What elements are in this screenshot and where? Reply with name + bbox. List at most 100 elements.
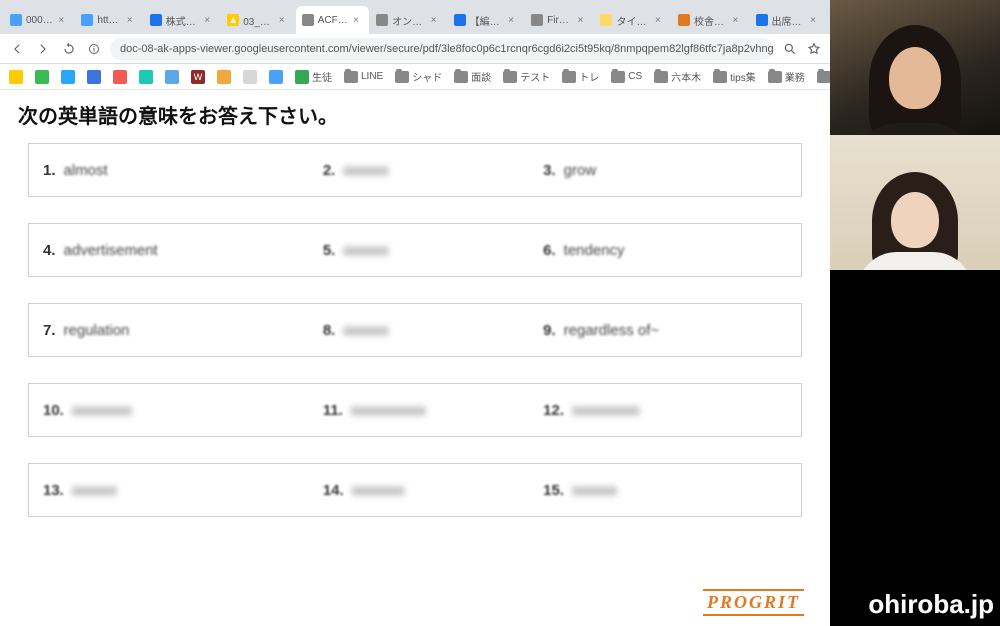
close-icon[interactable]: × xyxy=(204,15,214,25)
browser-tab[interactable]: 校舎一覧 × xyxy=(672,6,749,34)
close-icon[interactable]: × xyxy=(733,15,743,25)
browser-tab[interactable]: 出席済み× xyxy=(750,6,827,34)
browser-tab[interactable]: ▲ 03_オン × xyxy=(221,6,294,34)
folder-icon xyxy=(817,71,830,83)
bookmark-item[interactable]: W xyxy=(188,68,208,86)
item-word: xxxxxxxxx xyxy=(572,402,640,419)
folder-icon xyxy=(562,71,576,83)
bookmark-item[interactable] xyxy=(266,68,286,86)
close-icon[interactable]: × xyxy=(279,15,289,25)
close-icon[interactable]: × xyxy=(58,15,68,25)
tab-favicon xyxy=(454,14,466,26)
bookmark-favicon xyxy=(165,70,179,84)
item-number: 3. xyxy=(543,162,556,179)
folder-icon xyxy=(344,71,358,83)
tab-favicon: ▲ xyxy=(227,14,239,26)
bookmark-item[interactable]: シャド xyxy=(392,67,445,86)
bookmark-item[interactable]: 六本木 xyxy=(651,67,704,86)
tab-strip: 000229×https://×株式会社× ▲ 03_オン × ACFrOg × オンライ ×… xyxy=(0,0,830,34)
bookmark-item[interactable]: トレ xyxy=(559,67,602,86)
star-icon[interactable] xyxy=(806,41,822,57)
browser-tab[interactable]: 000229× xyxy=(4,6,74,34)
bookmark-favicon xyxy=(295,70,309,84)
bookmark-label: テスト xyxy=(520,69,550,84)
bookmark-item[interactable] xyxy=(110,68,130,86)
bookmark-item[interactable]: 生徒 xyxy=(292,67,335,86)
folder-icon xyxy=(611,71,625,83)
browser-chrome: 000229×https://×株式会社× ▲ 03_オン × ACFrOg × オンライ ×… xyxy=(0,0,830,90)
url-field[interactable]: doc-08-ak-apps-viewer.googleusercontent.… xyxy=(110,38,774,60)
bookmark-item[interactable]: テスト xyxy=(500,67,553,86)
folder-icon xyxy=(654,71,668,83)
tab-label: オンライ xyxy=(392,13,427,28)
close-icon[interactable]: × xyxy=(353,15,363,25)
tab-label: 校舎一覧 xyxy=(694,13,729,28)
bookmark-item[interactable]: 業務 xyxy=(765,67,808,86)
bookmark-label: シャド xyxy=(412,69,442,84)
item-word: xxxxxxxx xyxy=(72,402,132,419)
bookmark-item[interactable]: 新宿 xyxy=(814,67,830,86)
tab-label: 【編集用 xyxy=(470,13,505,28)
item-number: 7. xyxy=(43,322,56,339)
site-info-icon[interactable] xyxy=(86,41,102,57)
browser-tab[interactable]: https://× xyxy=(75,6,142,34)
tab-favicon xyxy=(81,14,93,26)
tab-favicon xyxy=(10,14,22,26)
bookmark-item[interactable] xyxy=(136,68,156,86)
item-number: 11. xyxy=(323,402,343,419)
item-number: 2. xyxy=(323,162,336,179)
bookmark-item[interactable]: 面談 xyxy=(451,67,494,86)
bookmark-label: トレ xyxy=(579,69,599,84)
bookmark-favicon xyxy=(87,70,101,84)
bookmark-item[interactable] xyxy=(162,68,182,86)
close-icon[interactable]: × xyxy=(431,15,441,25)
word-cell: 12.xxxxxxxxx xyxy=(543,402,811,419)
item-word: xxxxxx xyxy=(343,162,388,179)
bookmark-item[interactable]: tips集 xyxy=(710,67,759,86)
video-panel xyxy=(830,0,1000,270)
bookmark-item[interactable] xyxy=(240,68,260,86)
close-icon[interactable]: × xyxy=(810,15,820,25)
back-button[interactable] xyxy=(8,40,26,58)
browser-tab[interactable]: オンライ × xyxy=(370,6,447,34)
forward-button[interactable] xyxy=(34,40,52,58)
reload-button[interactable] xyxy=(60,40,78,58)
word-cell: 7.regulation xyxy=(43,322,311,339)
close-icon[interactable]: × xyxy=(127,15,137,25)
watermark: ohiroba.jp xyxy=(868,589,994,620)
bookmark-item[interactable]: LINE xyxy=(341,69,386,85)
browser-tab[interactable]: 株式会社× xyxy=(144,6,221,34)
close-icon[interactable]: × xyxy=(508,15,518,25)
word-cell: 2. xxxxxx xyxy=(323,162,531,179)
tab-label: 03_オン xyxy=(243,13,274,28)
participant-video-1[interactable] xyxy=(830,0,1000,135)
item-word: xxxxxx xyxy=(572,482,617,499)
browser-tab[interactable]: FirstAs× xyxy=(525,6,593,34)
bookmark-favicon xyxy=(61,70,75,84)
bookmark-item[interactable] xyxy=(32,68,52,86)
item-word: regardless of~ xyxy=(564,322,659,339)
tab-label: ACFrOg xyxy=(318,15,349,26)
folder-icon xyxy=(454,71,468,83)
word-cell: 10.xxxxxxxx xyxy=(43,402,311,419)
tab-favicon xyxy=(600,14,612,26)
close-icon[interactable]: × xyxy=(577,15,587,25)
browser-tab[interactable]: タイマー× xyxy=(594,6,671,34)
bookmark-item[interactable] xyxy=(6,68,26,86)
participant-video-2[interactable] xyxy=(830,135,1000,270)
bookmark-item[interactable] xyxy=(58,68,78,86)
item-word: almost xyxy=(64,162,108,179)
browser-tab[interactable]: ACFrOg × xyxy=(296,6,369,34)
item-number: 1. xyxy=(43,162,56,179)
close-icon[interactable]: × xyxy=(655,15,665,25)
tab-favicon xyxy=(756,14,768,26)
zoom-icon[interactable] xyxy=(782,41,798,57)
bookmark-item[interactable] xyxy=(214,68,234,86)
address-bar: doc-08-ak-apps-viewer.googleusercontent.… xyxy=(0,34,830,64)
folder-icon xyxy=(503,71,517,83)
bookmark-favicon xyxy=(139,70,153,84)
browser-tab[interactable]: 【編集用× xyxy=(448,6,525,34)
folder-icon xyxy=(395,71,409,83)
bookmark-item[interactable]: CS xyxy=(608,69,645,85)
bookmark-item[interactable] xyxy=(84,68,104,86)
